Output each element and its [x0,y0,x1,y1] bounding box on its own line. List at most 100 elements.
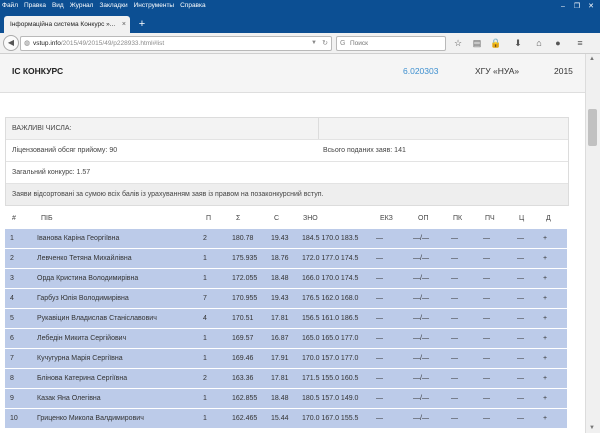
cell-sum: 180.78 [232,235,254,242]
minimize-button[interactable]: – [556,2,570,11]
cell-exam: — [376,335,383,342]
scroll-up-icon[interactable]: ▲ [589,56,595,62]
col-exam[interactable]: ЕКЗ [380,208,393,229]
star-icon[interactable]: ☆ [452,37,464,49]
search-input[interactable] [350,38,438,48]
cell-d: + [543,255,548,262]
cell-sum: 169.46 [232,355,254,362]
specialty-code[interactable]: 6.020303 [403,66,438,76]
licensed-volume: Ліцензований обсяг прийому: 90 [12,147,118,154]
cell-pch: — [483,255,490,262]
cell-ts: — [517,375,524,382]
cell-d: + [543,355,548,362]
cell-priority: 2 [203,375,207,382]
cell-name: Рукавіцин Владислав Станіславович [37,315,157,322]
search-bar[interactable]: G [336,36,446,51]
cell-exam: — [376,355,383,362]
cell-sum: 175.935 [232,255,258,262]
table-row[interactable]: 2 Левченко Тетяна Михайлівна 1 175.935 18.76… [5,249,567,269]
col-certificate[interactable]: С [274,208,279,229]
menu-history[interactable]: Журнал [67,0,97,12]
total-applications: Всього поданих заяв: 141 [323,147,406,154]
url-bar[interactable]: ◍ vstup.info/2015/49/2015/49/p228933.htm… [20,36,332,51]
cell-exam: — [376,395,383,402]
table-row[interactable]: 8 Блінова Катерина Сергіївна 2 163.36 17.81 1… [5,369,567,389]
vertical-scrollbar[interactable]: ▲ ▼ [585,54,600,433]
col-d[interactable]: Д [546,208,551,229]
col-op[interactable]: ОП [418,208,428,229]
chat-icon[interactable]: ● [552,37,564,49]
reading-list-icon[interactable]: ▤ [471,37,483,49]
cell-pk: — [451,295,458,302]
menu-bookmarks[interactable]: Закладки [96,0,130,12]
menu-icon[interactable]: ≡ [574,37,586,49]
cell-pch: — [483,335,490,342]
maximize-button[interactable]: ❐ [570,2,584,11]
cell-certificate: 17.91 [271,355,289,362]
cell-ts: — [517,355,524,362]
table-row[interactable]: 9 Казак Яна Олегівна 1 162.855 18.48 180.5 15… [5,389,567,409]
app-title[interactable]: ІС КОНКУРС [12,66,63,76]
cell-pk: — [451,255,458,262]
browser-tab[interactable]: Інформаційна система Конкурс »... × [4,16,130,33]
menu-edit[interactable]: Правка [21,0,49,12]
col-name[interactable]: ПІБ [41,208,53,229]
cell-name: Кучугурна Марія Сергіївна [37,355,123,362]
tab-bar: Інформаційна система Конкурс »... × + [0,12,600,33]
cell-pk: — [451,375,458,382]
cell-certificate: 18.48 [271,395,289,402]
menu-file[interactable]: Файл [0,0,21,12]
menu-help[interactable]: Справка [177,0,209,12]
col-pch[interactable]: ПЧ [485,208,495,229]
cell-op: —/— [413,355,429,362]
table-row[interactable]: 7 Кучугурна Марія Сергіївна 1 169.46 17.91 17… [5,349,567,369]
menu-tools[interactable]: Инструменты [131,0,178,12]
cell-d: + [543,275,548,282]
cell-exam: — [376,275,383,282]
scroll-down-icon[interactable]: ▼ [589,425,595,431]
cell-priority: 4 [203,315,207,322]
col-ts[interactable]: Ц [519,208,524,229]
col-pk[interactable]: ПК [453,208,462,229]
google-icon: G [340,40,346,47]
cell-pk: — [451,355,458,362]
nav-bar: ◀ ◍ vstup.info/2015/49/2015/49/p228933.h… [0,33,600,54]
col-priority[interactable]: П [206,208,211,229]
cell-sum: 163.36 [232,375,254,382]
table-row[interactable]: 4 Гарбуз Юлія Володимирівна 7 170.955 19.43 1… [5,289,567,309]
sort-note-row: Заяви відсортовані за сумою всіх балів і… [6,184,568,205]
menu-view[interactable]: Вид [49,0,67,12]
col-zno[interactable]: ЗНО [303,208,318,229]
cell-op: —/— [413,295,429,302]
cell-zno: 166.0 170.0 174.5 [302,275,359,282]
lock-icon[interactable]: 🔒 [490,37,502,49]
back-button[interactable]: ◀ [3,35,19,51]
cell-pch: — [483,355,490,362]
cell-zno: 172.0 177.0 174.5 [302,255,359,262]
table-row[interactable]: 10 Гриценко Микола Валдимирович 1 162.465 15… [5,409,567,429]
col-num[interactable]: # [12,208,16,229]
cell-op: —/— [413,335,429,342]
col-sum[interactable]: Σ [236,208,240,229]
new-tab-button[interactable]: + [135,17,149,31]
cell-d: + [543,415,548,422]
page-content: ІС КОНКУРС 6.020303 ХГУ «НУА» 2015 ВАЖЛИ… [0,54,585,433]
download-icon[interactable]: ⬇ [512,37,524,49]
table-row[interactable]: 3 Орда Кристина Володимирівна 1 172.055 18.4… [5,269,567,289]
cell-op: —/— [413,395,429,402]
url-dropdown-icon[interactable]: ▼ [311,37,317,50]
scroll-thumb[interactable] [588,109,597,146]
home-icon[interactable]: ⌂ [533,37,545,49]
cell-num: 1 [10,235,14,242]
cell-pk: — [451,395,458,402]
globe-icon: ◍ [24,40,31,47]
cell-zno: 184.5 170.0 183.5 [302,235,359,242]
table-row[interactable]: 6 Лебедін Микита Сергійович 1 169.57 16.87 16… [5,329,567,349]
table-row[interactable]: 5 Рукавіцин Владислав Станіславович 4 170.5… [5,309,567,329]
cell-exam: — [376,255,383,262]
table-row[interactable]: 1 Іванова Каріна Георгіївна 2 180.78 19.43 18… [5,229,567,249]
cell-pch: — [483,415,490,422]
reload-icon[interactable]: ↻ [322,37,328,50]
tab-close-icon[interactable]: × [122,16,126,33]
close-window-button[interactable]: ✕ [584,2,598,11]
